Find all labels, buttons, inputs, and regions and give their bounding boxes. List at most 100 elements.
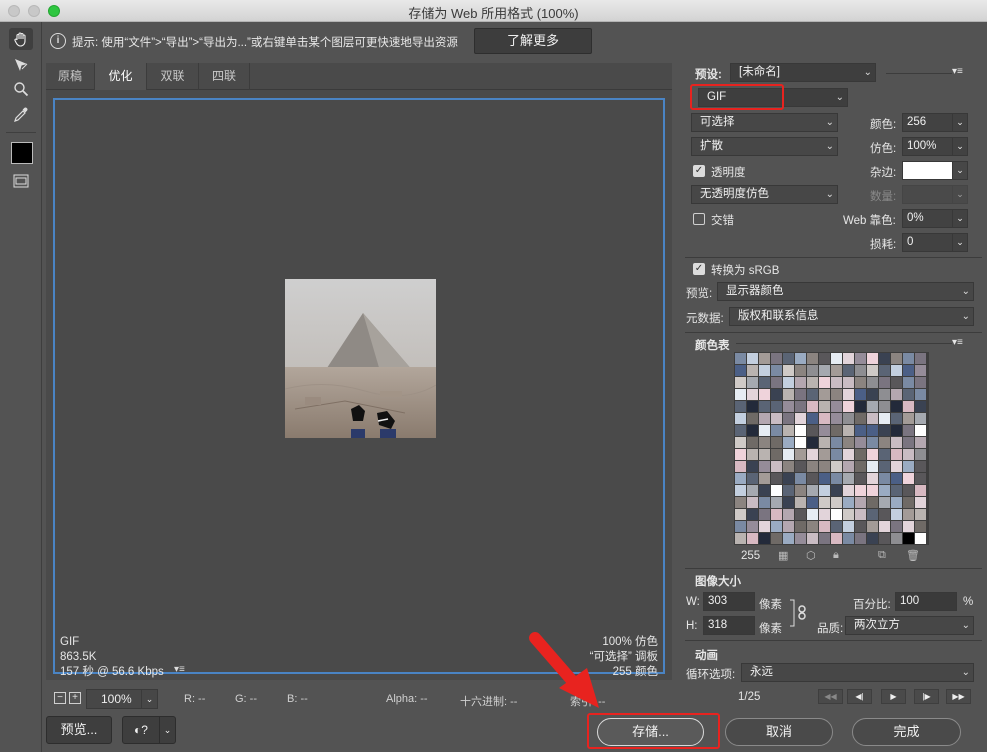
color-swatch[interactable] <box>795 473 806 484</box>
loop-select[interactable]: 永远 ⌄ <box>741 663 974 682</box>
color-swatch[interactable] <box>843 497 854 508</box>
color-swatch[interactable] <box>855 461 866 472</box>
color-swatch[interactable] <box>759 413 770 424</box>
color-swatch[interactable] <box>831 473 842 484</box>
transparency-checkbox[interactable]: ✓ <box>693 165 705 177</box>
color-swatch[interactable] <box>855 425 866 436</box>
color-swatch[interactable] <box>771 365 782 376</box>
color-swatch[interactable] <box>831 413 842 424</box>
color-swatch[interactable] <box>915 377 926 388</box>
color-swatch[interactable] <box>903 413 914 424</box>
preset-select[interactable]: [未命名] ⌄ <box>730 63 876 82</box>
color-swatch[interactable] <box>771 425 782 436</box>
metadata-select[interactable]: 版权和联系信息 ⌄ <box>729 307 974 326</box>
color-swatch[interactable] <box>891 461 902 472</box>
color-swatch[interactable] <box>735 509 746 520</box>
color-swatch[interactable] <box>891 401 902 412</box>
color-swatch[interactable] <box>747 485 758 496</box>
lossy-input[interactable]: 0 ⌄ <box>902 233 968 252</box>
color-swatch[interactable] <box>759 473 770 484</box>
color-swatch[interactable] <box>783 521 794 532</box>
color-table-grid[interactable] <box>734 352 929 545</box>
color-swatch[interactable] <box>771 353 782 364</box>
color-swatch[interactable] <box>867 413 878 424</box>
color-swatch[interactable] <box>903 533 914 544</box>
color-swatch[interactable] <box>747 497 758 508</box>
color-swatch[interactable] <box>747 413 758 424</box>
color-swatch[interactable] <box>879 365 890 376</box>
color-swatch[interactable] <box>807 389 818 400</box>
color-swatch[interactable] <box>891 413 902 424</box>
color-swatch[interactable] <box>867 401 878 412</box>
color-swatch[interactable] <box>747 365 758 376</box>
color-swatch[interactable] <box>855 413 866 424</box>
color-swatch[interactable] <box>879 473 890 484</box>
browser-select-button[interactable]: ◐? ⌄ <box>122 716 176 744</box>
color-swatch[interactable] <box>867 533 878 544</box>
color-swatch[interactable] <box>903 473 914 484</box>
color-swatch[interactable] <box>807 533 818 544</box>
color-swatch[interactable] <box>759 353 770 364</box>
color-swatch[interactable] <box>903 485 914 496</box>
color-swatch[interactable] <box>915 413 926 424</box>
color-swatch[interactable] <box>735 377 746 388</box>
color-swatch[interactable] <box>819 377 830 388</box>
color-swatch[interactable] <box>795 437 806 448</box>
color-swatch[interactable] <box>915 473 926 484</box>
color-swatch[interactable] <box>759 365 770 376</box>
color-swatch[interactable] <box>747 353 758 364</box>
learn-more-button[interactable]: 了解更多 <box>474 28 592 54</box>
color-swatch[interactable] <box>915 509 926 520</box>
color-swatch[interactable] <box>915 365 926 376</box>
color-swatch[interactable] <box>819 497 830 508</box>
color-swatch[interactable] <box>879 497 890 508</box>
color-swatch[interactable] <box>831 461 842 472</box>
color-swatch[interactable] <box>903 437 914 448</box>
width-input[interactable]: 303 <box>703 592 755 611</box>
color-swatch[interactable] <box>735 437 746 448</box>
color-swatch[interactable] <box>843 509 854 520</box>
color-swatch[interactable] <box>903 401 914 412</box>
color-swatch[interactable] <box>915 401 926 412</box>
link-proportions-icon[interactable] <box>788 598 808 628</box>
color-swatch[interactable] <box>831 425 842 436</box>
color-swatch[interactable] <box>843 353 854 364</box>
color-swatch[interactable] <box>903 497 914 508</box>
color-swatch[interactable] <box>891 353 902 364</box>
color-swatch[interactable] <box>795 389 806 400</box>
color-swatch[interactable] <box>891 521 902 532</box>
color-swatch[interactable] <box>891 437 902 448</box>
color-swatch[interactable] <box>747 389 758 400</box>
color-swatch[interactable] <box>879 461 890 472</box>
tab-original[interactable]: 原稿 <box>46 63 95 90</box>
color-swatch[interactable] <box>807 365 818 376</box>
color-swatch[interactable] <box>867 377 878 388</box>
color-swatch[interactable] <box>747 533 758 544</box>
color-swatch[interactable] <box>891 485 902 496</box>
color-swatch[interactable] <box>783 497 794 508</box>
first-frame-icon[interactable]: ◀◀ <box>818 689 843 704</box>
convert-srgb-checkbox[interactable]: ✓ <box>693 263 705 275</box>
color-swatch[interactable] <box>879 509 890 520</box>
color-swatch[interactable] <box>735 365 746 376</box>
color-swatch[interactable] <box>843 389 854 400</box>
color-swatch[interactable] <box>831 497 842 508</box>
color-swatch[interactable] <box>735 533 746 544</box>
color-swatch[interactable] <box>783 473 794 484</box>
color-swatch[interactable] <box>831 533 842 544</box>
last-frame-icon[interactable]: ▶▶ <box>946 689 971 704</box>
color-swatch[interactable] <box>759 437 770 448</box>
color-swatch[interactable] <box>795 425 806 436</box>
color-swatch[interactable] <box>747 473 758 484</box>
toggle-slices-icon[interactable] <box>9 170 33 192</box>
color-swatch[interactable] <box>759 389 770 400</box>
color-swatch[interactable] <box>783 449 794 460</box>
color-swatch[interactable] <box>807 353 818 364</box>
hand-tool-icon[interactable] <box>9 28 33 50</box>
color-swatch[interactable] <box>795 461 806 472</box>
color-swatch[interactable] <box>783 377 794 388</box>
color-swatch[interactable] <box>783 461 794 472</box>
optimized-view[interactable]: GIF 863.5K 157 秒 @ 56.6 Kbps ▾≡ 100% 仿色 … <box>53 98 665 678</box>
color-swatch[interactable] <box>867 461 878 472</box>
color-swatch[interactable] <box>747 401 758 412</box>
